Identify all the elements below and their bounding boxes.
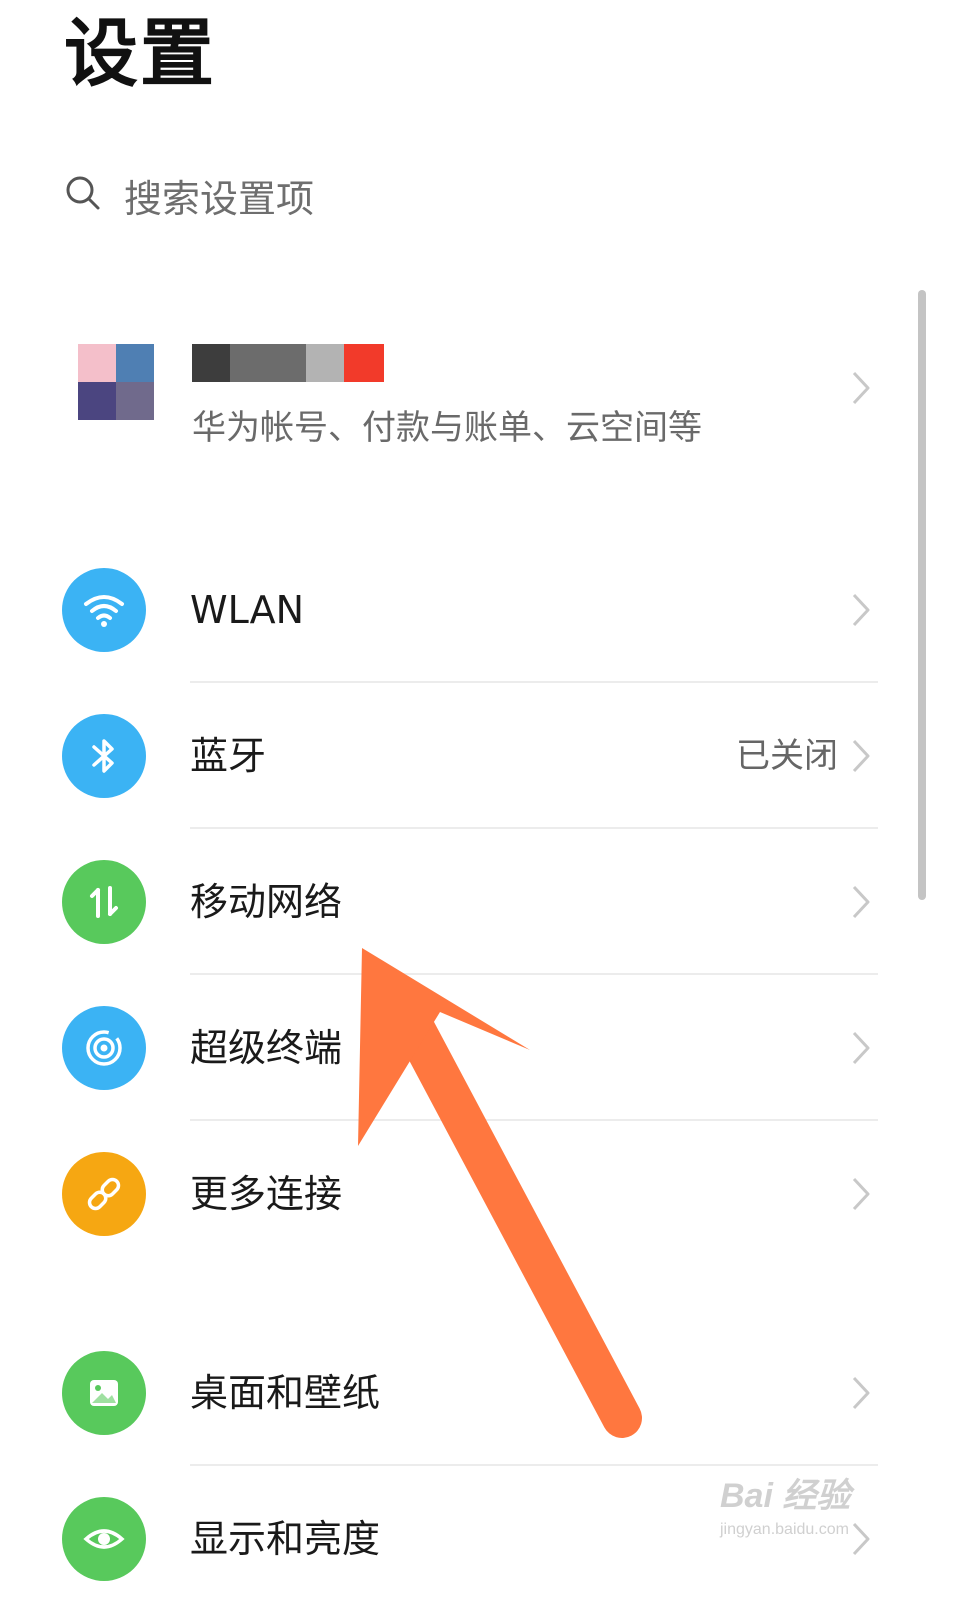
wallpaper-icon — [62, 1351, 146, 1435]
account-subtitle: 华为帐号、付款与账单、云空间等 — [192, 408, 702, 448]
account-row[interactable]: 华为帐号、付款与账单、云空间等 — [0, 330, 900, 450]
chevron-right-icon — [850, 738, 872, 774]
search-icon — [64, 174, 102, 216]
super-device-icon — [62, 1006, 146, 1090]
eye-icon — [62, 1497, 146, 1581]
chevron-right-icon — [850, 1375, 872, 1411]
account-name-redacted — [192, 344, 384, 382]
wifi-icon — [62, 568, 146, 652]
item-label: 显示和亮度 — [190, 1517, 381, 1561]
chevron-right-icon — [850, 1030, 872, 1066]
baidu-watermark: Bai 经验 jingyan.baidu.com — [720, 1468, 900, 1558]
item-label: 移动网络 — [190, 880, 343, 924]
bluetooth-status: 已关闭 — [736, 736, 838, 776]
settings-item-bluetooth[interactable]: 蓝牙 已关闭 — [0, 683, 900, 829]
chevron-right-icon — [850, 884, 872, 920]
search-input[interactable]: 搜索设置项 — [124, 168, 314, 223]
settings-item-mobile-network[interactable]: 移动网络 — [0, 829, 900, 975]
chevron-right-icon — [850, 370, 872, 406]
chevron-right-icon — [850, 592, 872, 628]
page-title: 设置 — [64, 11, 216, 97]
settings-item-wallpaper[interactable]: 桌面和壁纸 — [0, 1320, 900, 1466]
search-bar[interactable]: 搜索设置项 — [64, 160, 884, 230]
mobile-data-icon — [62, 860, 146, 944]
item-label: 蓝牙 — [190, 734, 267, 778]
item-label: WLAN — [190, 588, 305, 632]
item-label: 更多连接 — [190, 1172, 343, 1216]
item-label: 超级终端 — [190, 1026, 343, 1070]
watermark-line1: Bai 经验 — [720, 1477, 851, 1515]
chevron-right-icon — [850, 1176, 872, 1212]
settings-item-wlan[interactable]: WLAN — [0, 537, 900, 683]
watermark-line2: jingyan.baidu.com — [720, 1521, 849, 1538]
settings-item-more-connections[interactable]: 更多连接 — [0, 1121, 900, 1267]
settings-item-super-device[interactable]: 超级终端 — [0, 975, 900, 1121]
item-label: 桌面和壁纸 — [190, 1371, 381, 1415]
avatar — [78, 344, 154, 420]
link-icon — [62, 1152, 146, 1236]
scrollbar[interactable] — [918, 290, 926, 900]
bluetooth-icon — [62, 714, 146, 798]
